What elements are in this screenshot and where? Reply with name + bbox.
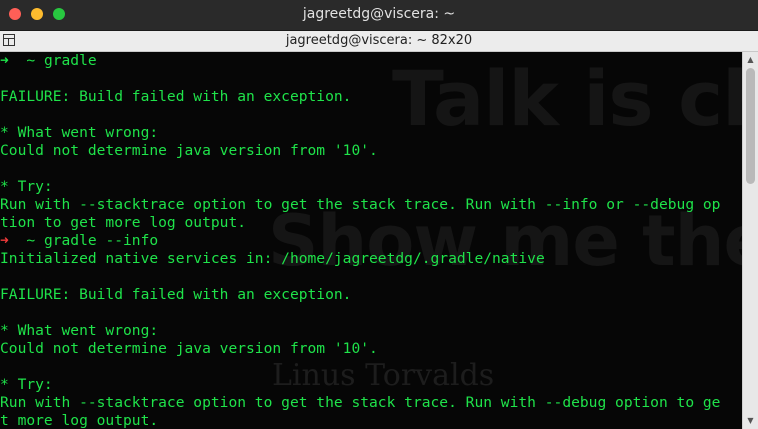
terminal-line-text: tion to get more log output. bbox=[0, 214, 247, 231]
terminal-line-text: ~ gradle bbox=[8, 52, 97, 69]
terminal-line: ➜ ~ gradle --info bbox=[0, 232, 720, 250]
prompt-arrow-icon: ➜ bbox=[0, 52, 9, 69]
terminal-line-text: Could not determine java version from '1… bbox=[0, 142, 378, 159]
tab-title[interactable]: jagreetdg@viscera: ~ 82x20 bbox=[0, 33, 758, 48]
terminal-line-text: * Try: bbox=[0, 376, 53, 393]
terminal-line: * Try: bbox=[0, 376, 720, 394]
terminal-line: Could not determine java version from '1… bbox=[0, 340, 720, 358]
terminal-line: Could not determine java version from '1… bbox=[0, 142, 720, 160]
terminal-line-text: * What went wrong: bbox=[0, 322, 159, 339]
terminal-line: tion to get more log output. bbox=[0, 214, 720, 232]
title-bar[interactable]: jagreetdg@viscera: ~ bbox=[0, 0, 758, 31]
terminal-window: jagreetdg@viscera: ~ jagreetdg@viscera: … bbox=[0, 0, 758, 429]
terminal-line-text: * Try: bbox=[0, 178, 53, 195]
terminal-line-text: ~ gradle --info bbox=[8, 232, 159, 249]
terminal-line: ➜ ~ gradle bbox=[0, 52, 720, 70]
terminal-line: * Try: bbox=[0, 178, 720, 196]
terminal-line: Initialized native services in: /home/ja… bbox=[0, 250, 720, 268]
terminal-line: * What went wrong: bbox=[0, 322, 720, 340]
terminal-line-text: Run with --stacktrace option to get the … bbox=[0, 196, 721, 213]
terminal-output[interactable]: Talk is cheap. Show me the code. Linus T… bbox=[0, 52, 742, 429]
terminal-line: FAILURE: Build failed with an exception. bbox=[0, 286, 720, 304]
scroll-thumb[interactable] bbox=[746, 68, 755, 184]
terminal-line-text: FAILURE: Build failed with an exception. bbox=[0, 88, 352, 105]
scroll-up-arrow-icon[interactable]: ▲ bbox=[743, 54, 758, 66]
terminal-line: FAILURE: Build failed with an exception. bbox=[0, 88, 720, 106]
terminal-lines: ➜ ~ gradle FAILURE: Build failed with an … bbox=[0, 52, 720, 429]
terminal-line-text: t more log output. bbox=[0, 412, 159, 429]
terminal-line-text: * What went wrong: bbox=[0, 124, 159, 141]
terminal-line: * What went wrong: bbox=[0, 124, 720, 142]
tab-bar: jagreetdg@viscera: ~ 82x20 bbox=[0, 31, 758, 52]
terminal-line-text: Run with --stacktrace option to get the … bbox=[0, 394, 721, 411]
vertical-scrollbar[interactable]: ▲ ▼ bbox=[742, 52, 758, 429]
terminal-line: Run with --stacktrace option to get the … bbox=[0, 394, 720, 412]
terminal-line: t more log output. bbox=[0, 412, 720, 429]
window-title: jagreetdg@viscera: ~ bbox=[302, 6, 456, 22]
prompt-arrow-icon: ➜ bbox=[0, 232, 9, 249]
terminal-line-text: FAILURE: Build failed with an exception. bbox=[0, 286, 352, 303]
terminal-line-text: Could not determine java version from '1… bbox=[0, 340, 378, 357]
scroll-down-arrow-icon[interactable]: ▼ bbox=[743, 415, 758, 427]
terminal-line-text: Initialized native services in: /home/ja… bbox=[0, 250, 545, 267]
terminal-line: Run with --stacktrace option to get the … bbox=[0, 196, 720, 214]
